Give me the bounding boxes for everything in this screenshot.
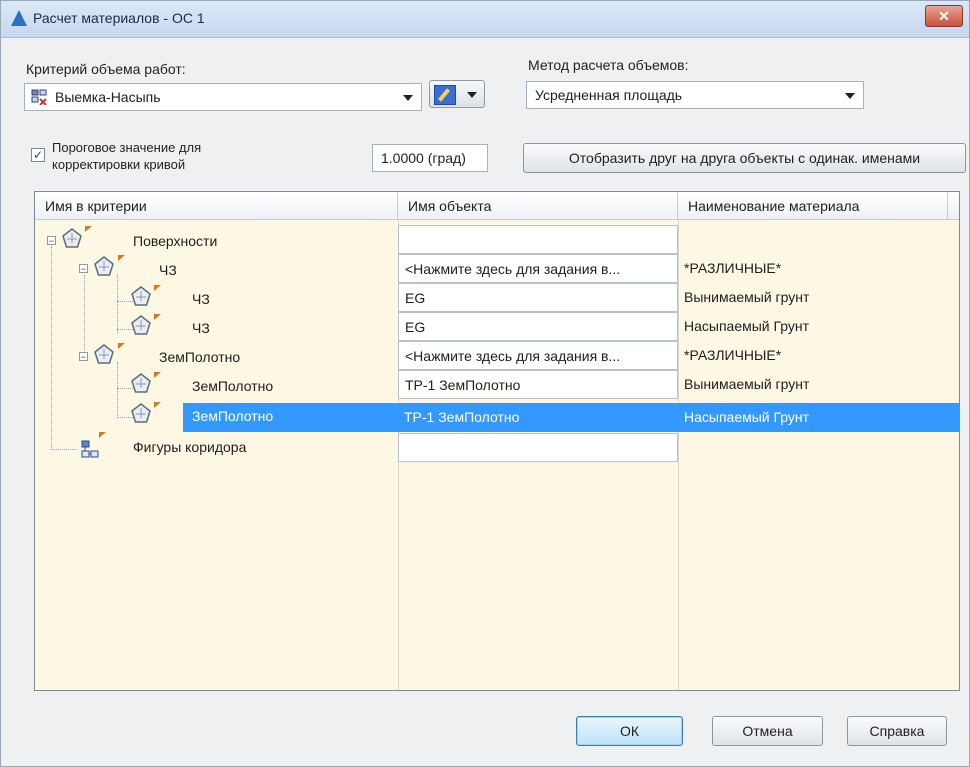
threshold-value-field[interactable]: 1.0000 (град) bbox=[372, 144, 488, 172]
flag-icon bbox=[154, 314, 161, 320]
surface-pentagon-icon bbox=[131, 315, 151, 335]
threshold-label-line1: Пороговое значение для bbox=[52, 140, 202, 155]
method-label: Метод расчета объемов: bbox=[528, 57, 689, 73]
material-cell[interactable]: *РАЗЛИЧНЫЕ* bbox=[678, 254, 948, 283]
material-cell[interactable]: Вынимаемый грунт bbox=[678, 283, 948, 312]
material-cell[interactable]: Вынимаемый грунт bbox=[678, 370, 948, 399]
object-cell[interactable] bbox=[398, 225, 678, 254]
threshold-checkbox[interactable]: ✓ bbox=[31, 148, 45, 162]
chevron-down-icon bbox=[467, 92, 477, 98]
collapse-toggle[interactable]: − bbox=[79, 264, 88, 274]
row-name[interactable]: ЗемПолотно bbox=[192, 408, 273, 424]
column-header-object-name[interactable]: Имя объекта bbox=[398, 192, 678, 220]
row-name[interactable]: Фигуры коридора bbox=[133, 439, 246, 455]
column-header-criteria-name[interactable]: Имя в критерии bbox=[35, 192, 398, 220]
criteria-icon bbox=[31, 89, 47, 105]
object-cell[interactable]: EG bbox=[398, 283, 678, 312]
surface-pentagon-icon bbox=[94, 256, 114, 276]
criteria-combo[interactable]: Выемка-Насыпь bbox=[24, 83, 422, 111]
chevron-down-icon bbox=[403, 95, 413, 101]
chevron-down-icon bbox=[845, 93, 855, 99]
collapse-toggle[interactable]: − bbox=[47, 236, 56, 246]
object-cell[interactable] bbox=[398, 433, 678, 462]
help-button[interactable]: Справка bbox=[847, 716, 947, 746]
tree-line bbox=[51, 449, 77, 450]
object-cell[interactable]: TP-1 ЗемПолотно bbox=[398, 403, 678, 432]
collapse-toggle[interactable]: − bbox=[79, 352, 88, 362]
flag-icon bbox=[154, 372, 161, 378]
object-cell[interactable]: EG bbox=[398, 312, 678, 341]
row-name[interactable]: Поверхности bbox=[133, 233, 217, 249]
materials-grid: Имя в критерии Имя объекта Наименование … bbox=[34, 191, 960, 691]
flag-icon bbox=[154, 402, 161, 408]
row-name[interactable]: ЧЗ bbox=[192, 320, 210, 336]
method-value: Усредненная площадь bbox=[535, 87, 683, 103]
flag-icon bbox=[118, 343, 125, 349]
corridor-shapes-icon bbox=[81, 440, 99, 458]
cancel-button[interactable]: Отмена bbox=[712, 716, 823, 746]
flag-icon bbox=[99, 432, 106, 438]
surface-pentagon-icon bbox=[62, 228, 82, 248]
criteria-label: Критерий объема работ: bbox=[26, 61, 186, 77]
surface-pentagon-icon bbox=[94, 344, 114, 364]
column-header-material-name[interactable]: Наименование материала bbox=[678, 192, 948, 220]
row-name[interactable]: ЗемПолотно bbox=[159, 349, 240, 365]
row-name[interactable]: ЧЗ bbox=[192, 291, 210, 307]
row-name[interactable]: ЗемПолотно bbox=[192, 378, 273, 394]
tree-line bbox=[84, 275, 85, 361]
dialog-title: Расчет материалов - ОС 1 bbox=[33, 10, 205, 26]
threshold-label-line2: корректировки кривой bbox=[52, 157, 186, 172]
material-cell[interactable]: Насыпаемый Грунт bbox=[678, 403, 948, 432]
edit-criteria-button[interactable] bbox=[429, 80, 485, 108]
object-cell[interactable]: <Нажмите здесь для задания в... bbox=[398, 341, 678, 370]
criteria-value: Выемка-Насыпь bbox=[55, 89, 161, 105]
material-cell[interactable]: Насыпаемый Грунт bbox=[678, 312, 948, 341]
method-combo[interactable]: Усредненная площадь bbox=[526, 81, 864, 109]
tree-line bbox=[117, 362, 118, 418]
ok-button[interactable]: ОК bbox=[576, 716, 683, 746]
row-name[interactable]: ЧЗ bbox=[159, 262, 177, 278]
display-same-names-button[interactable]: Отобразить друг на друга объекты с одина… bbox=[523, 143, 966, 173]
material-cell[interactable]: *РАЗЛИЧНЫЕ* bbox=[678, 341, 948, 370]
flag-icon bbox=[118, 255, 125, 261]
edit-icon bbox=[434, 85, 456, 105]
surface-pentagon-icon bbox=[131, 286, 151, 306]
tree-line bbox=[117, 275, 118, 333]
flag-icon bbox=[85, 226, 92, 232]
object-cell[interactable]: <Нажмите здесь для задания в... bbox=[398, 254, 678, 283]
title-bar: Расчет материалов - ОС 1 ✕ bbox=[1, 1, 969, 38]
surface-pentagon-icon bbox=[131, 373, 151, 393]
tree-line bbox=[51, 246, 52, 450]
surface-pentagon-icon bbox=[131, 403, 151, 423]
flag-icon bbox=[154, 285, 161, 291]
object-cell[interactable]: TP-1 ЗемПолотно bbox=[398, 370, 678, 399]
close-button[interactable]: ✕ bbox=[925, 5, 963, 27]
material-calculation-dialog: Расчет материалов - ОС 1 ✕ Критерий объе… bbox=[0, 0, 970, 767]
column-header-filler bbox=[948, 192, 959, 220]
autocad-civil-icon bbox=[11, 10, 27, 26]
